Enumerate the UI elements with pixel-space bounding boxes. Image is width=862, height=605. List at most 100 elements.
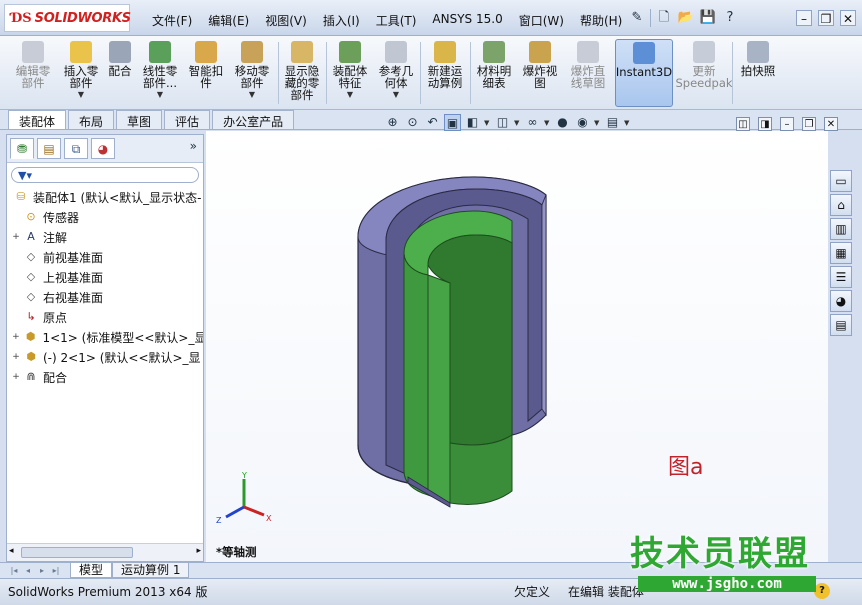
menu-file[interactable]: 文件(F): [144, 10, 200, 31]
hide-show-items-icon[interactable]: ∞: [524, 114, 541, 131]
chevron-down-icon[interactable]: ▼: [624, 119, 631, 127]
scroll-left-icon[interactable]: ◂: [9, 546, 14, 556]
configuration-manager-tab-icon[interactable]: ⧉: [64, 138, 88, 159]
property-manager-tab-icon[interactable]: ▤: [37, 138, 61, 159]
chevron-down-icon[interactable]: ▼: [78, 90, 84, 99]
scroll-right-icon[interactable]: ▸: [196, 546, 201, 556]
horizontal-scrollbar[interactable]: ◂ ▸: [7, 543, 203, 561]
edit-part-button[interactable]: 编辑零 部件: [8, 39, 58, 107]
tab-office-products[interactable]: 办公室产品: [212, 110, 295, 129]
show-hidden-components-button[interactable]: 显示隐 藏的零 部件: [280, 39, 324, 107]
first-tab-icon[interactable]: |◂: [8, 566, 20, 575]
tree-item[interactable]: ◇ 上视基准面: [11, 267, 203, 287]
display-manager-tab-icon[interactable]: ◕: [91, 138, 115, 159]
update-speedpak-button[interactable]: 更新 Speedpak: [675, 39, 733, 107]
tree-item[interactable]: + ⬢ 1<1> (标准模型<<默认>_显: [11, 327, 203, 347]
chevron-down-icon[interactable]: ▼: [393, 90, 399, 99]
custom-properties-icon[interactable]: ▤: [830, 314, 852, 336]
expand-panel-icon[interactable]: ◨: [758, 117, 772, 131]
tree-item[interactable]: ◇ 前视基准面: [11, 247, 203, 267]
tab-model[interactable]: 模型: [70, 563, 113, 578]
menu-tools[interactable]: 工具(T): [368, 10, 425, 31]
feature-manager-tab-icon[interactable]: ⛃: [10, 138, 34, 159]
mate-button[interactable]: 配合: [104, 39, 136, 107]
menu-help[interactable]: 帮助(H): [572, 10, 630, 31]
help-icon[interactable]: ?: [814, 583, 830, 599]
tree-item[interactable]: ↳ 原点: [11, 307, 203, 327]
chevron-down-icon[interactable]: ▼: [484, 119, 491, 127]
next-tab-icon[interactable]: ▸: [36, 566, 48, 575]
minimize-icon[interactable]: –: [796, 10, 812, 26]
tab-assembly[interactable]: 装配体: [8, 110, 67, 129]
chevron-down-icon[interactable]: ▼: [544, 119, 551, 127]
tree-item[interactable]: ◇ 右视基准面: [11, 287, 203, 307]
open-folder-icon[interactable]: 📂: [677, 9, 695, 27]
view-palette-icon[interactable]: ☰: [830, 266, 852, 288]
instant3d-button[interactable]: Instant3D: [615, 39, 673, 107]
zoom-to-area-icon[interactable]: ⊙: [404, 114, 421, 131]
menu-edit[interactable]: 编辑(E): [200, 10, 257, 31]
tree-item[interactable]: + A 注解: [11, 227, 203, 247]
explode-line-sketch-button[interactable]: 爆炸直 线草图: [564, 39, 612, 107]
assembly-features-button[interactable]: 装配体 特征 ▼: [328, 39, 372, 107]
restore-icon[interactable]: ❐: [802, 117, 816, 131]
display-style-icon[interactable]: ◫: [494, 114, 511, 131]
file-explorer-icon[interactable]: ▦: [830, 242, 852, 264]
exploded-view-button[interactable]: 爆炸视 图: [518, 39, 562, 107]
tab-sketch[interactable]: 草图: [116, 110, 163, 129]
appearances-icon[interactable]: ◕: [830, 290, 852, 312]
tree-item[interactable]: ⊙ 传感器: [11, 207, 203, 227]
menu-ansys[interactable]: ANSYS 15.0: [424, 10, 510, 31]
insert-part-button[interactable]: 插入零 部件 ▼: [58, 39, 104, 107]
expand-panel-icon[interactable]: »: [190, 139, 197, 153]
linear-pattern-button[interactable]: 线性零 部件... ▼: [136, 39, 184, 107]
zoom-to-fit-icon[interactable]: ⊕: [384, 114, 401, 131]
chevron-down-icon[interactable]: ▼: [594, 119, 601, 127]
smart-fasteners-button[interactable]: 智能扣 件: [184, 39, 228, 107]
home-icon[interactable]: ⌂: [830, 194, 852, 216]
tree-expander[interactable]: +: [11, 332, 21, 342]
tree-item[interactable]: + ⋒ 配合: [11, 367, 203, 387]
take-snapshot-button[interactable]: 拍快照: [736, 39, 780, 107]
solidworks-resources-icon[interactable]: ▭: [830, 170, 852, 192]
scroll-thumb[interactable]: [21, 547, 133, 558]
chevron-down-icon[interactable]: ▼: [249, 90, 255, 99]
chevron-down-icon[interactable]: ▼: [347, 90, 353, 99]
apply-scene-icon[interactable]: ◉: [574, 114, 591, 131]
prev-tab-icon[interactable]: ◂: [22, 566, 34, 575]
restore-icon[interactable]: ❐: [818, 10, 834, 26]
menu-view[interactable]: 视图(V): [257, 10, 315, 31]
reference-geometry-button[interactable]: 参考几 何体 ▼: [374, 39, 418, 107]
menu-window[interactable]: 窗口(W): [511, 10, 572, 31]
menu-insert[interactable]: 插入(I): [315, 10, 368, 31]
help-question-icon[interactable]: ?: [721, 9, 739, 27]
last-tab-icon[interactable]: ▸|: [50, 566, 62, 575]
tab-motion-study-1[interactable]: 运动算例 1: [112, 563, 190, 578]
tree-root-assembly[interactable]: ⛁ 装配体1 (默认<默认_显示状态-: [11, 187, 203, 207]
pin-icon[interactable]: ✎: [628, 9, 646, 27]
bom-button[interactable]: 材料明 细表: [472, 39, 516, 107]
assembly-model[interactable]: [346, 165, 596, 525]
design-library-icon[interactable]: ▥: [830, 218, 852, 240]
edit-appearance-icon[interactable]: ●: [554, 114, 571, 131]
new-document-icon[interactable]: 🗋: [655, 9, 673, 27]
tab-evaluate[interactable]: 评估: [164, 110, 211, 129]
view-settings-icon[interactable]: ▤: [604, 114, 621, 131]
previous-view-icon[interactable]: ↶: [424, 114, 441, 131]
tree-expander[interactable]: +: [11, 372, 21, 382]
minimize-icon[interactable]: –: [780, 117, 794, 131]
tree-expander[interactable]: +: [11, 352, 21, 362]
collapse-panel-icon[interactable]: ◫: [736, 117, 750, 131]
close-icon[interactable]: ✕: [824, 117, 838, 131]
section-view-icon[interactable]: ▣: [444, 114, 461, 131]
chevron-down-icon[interactable]: ▼: [157, 90, 163, 99]
tab-layout[interactable]: 布局: [68, 110, 115, 129]
graphics-area[interactable]: 图a Y X Z *等轴测: [206, 131, 828, 562]
view-orientation-icon[interactable]: ◧: [464, 114, 481, 131]
tree-item[interactable]: + ⬢ (-) 2<1> (默认<<默认>_显: [11, 347, 203, 367]
solidworks-logo[interactable]: ƊS SOLIDWORKS: [4, 4, 131, 32]
close-icon[interactable]: ✕: [840, 10, 856, 26]
tree-expander[interactable]: +: [11, 232, 21, 242]
new-motion-study-button[interactable]: 新建运 动算例: [422, 39, 468, 107]
save-icon[interactable]: 💾: [699, 9, 717, 27]
